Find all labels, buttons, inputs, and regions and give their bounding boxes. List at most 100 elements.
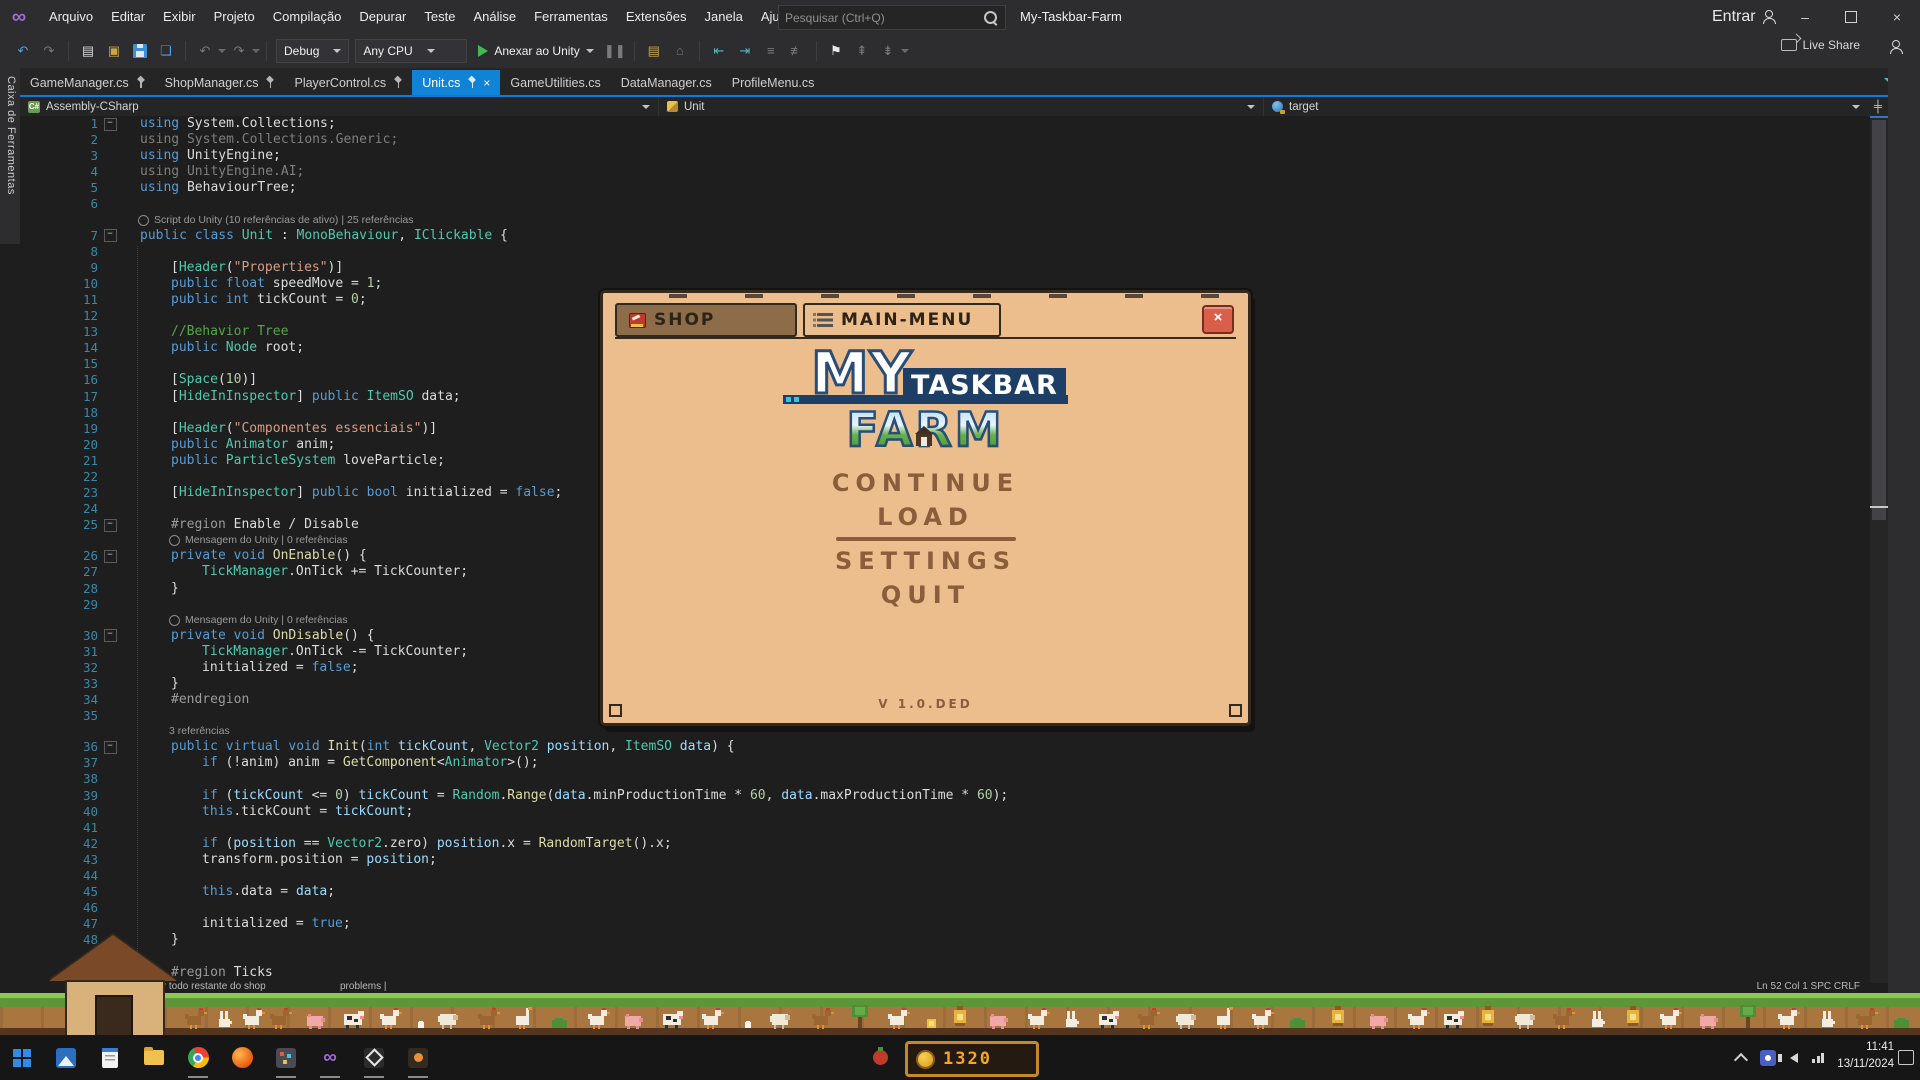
vertical-scrollbar[interactable] xyxy=(1870,116,1888,983)
codelens-info[interactable]: 3 referências xyxy=(20,724,1868,739)
game-menu-settings[interactable]: SETTINGS xyxy=(603,547,1248,575)
menu-editar[interactable]: Editar xyxy=(102,0,154,33)
farm-house[interactable] xyxy=(55,935,171,1035)
taskbar-chrome-icon[interactable] xyxy=(176,1035,220,1080)
farm-sprite-goose[interactable] xyxy=(1214,1005,1238,1029)
scrollbar-thumb[interactable] xyxy=(1872,120,1886,520)
tab-gamemanager-cs[interactable]: GameManager.cs xyxy=(20,70,155,95)
menu-teste[interactable]: Teste xyxy=(415,0,464,33)
menu-extensões[interactable]: Extensões xyxy=(617,0,696,33)
menu-ferramentas[interactable]: Ferramentas xyxy=(525,0,617,33)
fold-marker[interactable]: − xyxy=(104,741,117,754)
game-menu-load[interactable]: LOAD xyxy=(603,503,1248,531)
codelens-info[interactable]: Script do Unity (10 referências de ativo… xyxy=(20,213,1868,228)
fold-marker[interactable]: − xyxy=(104,550,117,563)
farm-sprite-pig[interactable] xyxy=(305,1005,329,1029)
taskbar-visual-studio-icon[interactable]: ∞ xyxy=(308,1035,352,1080)
menu-arquivo[interactable]: Arquivo xyxy=(40,0,102,33)
pin-icon[interactable] xyxy=(393,77,402,88)
farm-sprite-hen_w[interactable] xyxy=(1660,1005,1684,1029)
farm-sprite-bunny[interactable] xyxy=(1588,1005,1612,1029)
farm-sprite-bunny[interactable] xyxy=(215,1005,239,1029)
farm-sprite-hen_w[interactable] xyxy=(888,1005,912,1029)
save-icon[interactable] xyxy=(129,40,151,62)
pin-icon[interactable] xyxy=(467,77,476,88)
tab-profilemenu-cs[interactable]: ProfileMenu.cs xyxy=(722,70,825,95)
farm-sprite-hen_w[interactable] xyxy=(380,1005,404,1029)
tab-playercontrol-cs[interactable]: PlayerControl.cs xyxy=(284,70,412,95)
tab-shopmanager-cs[interactable]: ShopManager.cs xyxy=(155,70,285,95)
farm-sprite-sheep[interactable] xyxy=(438,1005,462,1029)
save-all-icon[interactable]: ❏ xyxy=(155,40,177,62)
network-icon[interactable] xyxy=(1812,1053,1824,1063)
fold-marker[interactable]: − xyxy=(104,519,117,532)
farm-sprite-pig[interactable] xyxy=(623,1005,647,1029)
taskbar-game-item-icon[interactable] xyxy=(858,1035,902,1080)
farm-sprite-pig[interactable] xyxy=(988,1005,1012,1029)
shop-tab[interactable]: SHOP xyxy=(615,303,797,337)
fold-marker[interactable]: − xyxy=(104,629,117,642)
pause-icon[interactable]: ❚❚ xyxy=(604,40,626,62)
farm-sprite-hen_b[interactable] xyxy=(1553,1005,1577,1029)
teams-icon[interactable] xyxy=(1760,1050,1776,1066)
game-menu-quit[interactable]: QUIT xyxy=(603,581,1248,609)
open-file-icon[interactable]: ▣ xyxy=(103,40,125,62)
farm-sprite-hen_b[interactable] xyxy=(1138,1005,1162,1029)
game-menu-continue[interactable]: CONTINUE xyxy=(603,469,1248,497)
action-center-icon[interactable] xyxy=(1898,1050,1914,1065)
search-input[interactable]: Pesquisar (Ctrl+Q) xyxy=(778,5,1006,30)
menu-exibir[interactable]: Exibir xyxy=(154,0,205,33)
taskbar-aseprite-icon[interactable] xyxy=(264,1035,308,1080)
farm-sprite-cow[interactable] xyxy=(1098,1005,1122,1029)
preview-icon[interactable]: ⌂ xyxy=(669,40,691,62)
toolbox-vertical-tab[interactable]: Caixa de Ferramentas xyxy=(0,68,20,244)
indent-decrease-icon[interactable]: ⇤ xyxy=(708,40,730,62)
package-icon[interactable]: ▤ xyxy=(643,40,665,62)
game-close-button[interactable]: × xyxy=(1202,305,1234,334)
menu-análise[interactable]: Análise xyxy=(464,0,525,33)
farm-sprite-hen_w[interactable] xyxy=(243,1005,267,1029)
farm-sprite-cow[interactable] xyxy=(343,1005,367,1029)
type-dropdown[interactable]: Unit xyxy=(659,97,1264,116)
taskbar-app-orange-icon[interactable] xyxy=(396,1035,440,1080)
indent-increase-icon[interactable]: ⇥ xyxy=(734,40,756,62)
volume-icon[interactable] xyxy=(1790,1053,1798,1063)
farm-sprite-hen_w[interactable] xyxy=(702,1005,726,1029)
tab-unit-cs[interactable]: Unit.cs× xyxy=(412,70,500,95)
restore-button[interactable] xyxy=(1828,0,1874,33)
farm-sprite-hen_b[interactable] xyxy=(478,1005,502,1029)
close-tab-icon[interactable]: × xyxy=(483,76,490,90)
coin-counter-widget[interactable]: 1320 xyxy=(905,1041,1039,1077)
farm-sprite-hen_w[interactable] xyxy=(1028,1005,1052,1029)
fold-marker[interactable]: − xyxy=(104,229,117,242)
taskbar-browser-orange-icon[interactable] xyxy=(220,1035,264,1080)
undo-icon[interactable]: ↶ xyxy=(194,40,216,62)
redo-icon[interactable]: ↷ xyxy=(228,40,250,62)
attach-to-unity-button[interactable]: Anexar ao Unity xyxy=(470,39,601,63)
taskbar-clock[interactable]: 11:41 13/11/2024 xyxy=(1837,1039,1894,1072)
project-dropdown[interactable]: C# Assembly-CSharp xyxy=(20,97,659,116)
farm-sprite-hen_b[interactable] xyxy=(270,1005,294,1029)
comment-icon[interactable]: ≡ xyxy=(760,40,782,62)
taskbar-photos-icon[interactable] xyxy=(44,1035,88,1080)
uncomment-icon[interactable]: ≢ xyxy=(786,40,808,62)
farm-sprite-hen_b[interactable] xyxy=(812,1005,836,1029)
fold-marker[interactable]: − xyxy=(104,118,117,131)
pin-icon[interactable] xyxy=(265,77,274,88)
new-file-icon[interactable]: ▤ xyxy=(77,40,99,62)
menu-projeto[interactable]: Projeto xyxy=(205,0,264,33)
bookmark-icon[interactable]: ⚑ xyxy=(825,40,847,62)
farm-sprite-hen_w[interactable] xyxy=(1778,1005,1802,1029)
navigate-forward-icon[interactable]: ↷ xyxy=(38,40,60,62)
farm-sprite-sheep[interactable] xyxy=(770,1005,794,1029)
farm-sprite-hen_w[interactable] xyxy=(1252,1005,1276,1029)
farm-sprite-sheep[interactable] xyxy=(1515,1005,1539,1029)
menu-compilação[interactable]: Compilação xyxy=(264,0,351,33)
farm-sprite-cow[interactable] xyxy=(662,1005,686,1029)
farm-sprite-sheep[interactable] xyxy=(1176,1005,1200,1029)
farm-sprite-hen_b[interactable] xyxy=(185,1005,209,1029)
feedback-icon[interactable] xyxy=(1890,40,1902,58)
split-editor-icon[interactable]: ╪ xyxy=(1868,97,1888,116)
sign-in-button[interactable]: Entrar xyxy=(1712,0,1775,33)
bookmark-prev-icon[interactable]: ⇞ xyxy=(851,40,873,62)
